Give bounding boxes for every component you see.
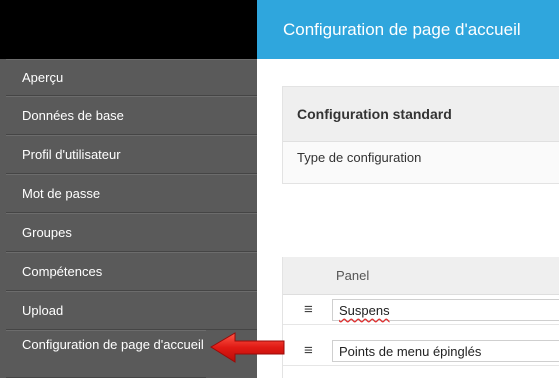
sidebar-item-mot-de-passe[interactable]: Mot de passe xyxy=(6,174,257,213)
config-type-label: Type de configuration xyxy=(297,150,422,165)
panel-column-header: Panel xyxy=(283,257,559,295)
panel-table: Panel ≡ Suspens ≡ Points de menu épinglé… xyxy=(282,257,559,378)
sidebar-item-groupes[interactable]: Groupes xyxy=(6,213,257,252)
sidebar-item-label: Données de base xyxy=(22,108,124,123)
sidebar-item-upload[interactable]: Upload xyxy=(6,291,257,330)
sidebar-item-label: Upload xyxy=(22,303,64,318)
panel-name-input[interactable]: Suspens xyxy=(332,299,559,321)
panel-name-value: Suspens xyxy=(339,302,390,318)
sidebar-item-label: Aperçu xyxy=(22,70,64,85)
standard-config-panel: Configuration standard Type de configura… xyxy=(282,86,559,184)
table-row[interactable]: ≡ Suspens xyxy=(283,295,559,325)
sidebar-item-label: Mot de passe xyxy=(22,186,101,201)
sidebar: Aperçu Données de base Profil d'utilisat… xyxy=(0,0,257,378)
hamburger-icon[interactable]: ≡ xyxy=(304,302,313,318)
main-content: Configuration standard Type de configura… xyxy=(257,59,559,378)
sidebar-item-label: Profil d'utilisateur xyxy=(22,147,121,162)
panel-name-input[interactable]: Points de menu épinglés xyxy=(332,340,559,362)
page-title: Configuration de page d'accueil xyxy=(283,19,521,39)
table-row[interactable]: ≡ Points de menu épinglés xyxy=(283,336,559,366)
sidebar-item-label: Compétences xyxy=(22,264,103,279)
sidebar-item-profil-utilisateur[interactable]: Profil d'utilisateur xyxy=(6,135,257,174)
hamburger-icon[interactable]: ≡ xyxy=(304,343,313,359)
sidebar-item-configuration-page-accueil[interactable]: Configuration de page d'accueil xyxy=(6,330,206,378)
sidebar-item-competences[interactable]: Compétences xyxy=(6,252,257,291)
page-title-bar: Configuration de page d'accueil xyxy=(257,0,559,59)
sidebar-item-donnees-de-base[interactable]: Données de base xyxy=(6,96,257,135)
sidebar-item-apercu[interactable]: Aperçu xyxy=(6,59,257,96)
sidebar-item-label: Groupes xyxy=(22,225,72,240)
panel-name-value: Points de menu épinglés xyxy=(339,343,482,359)
red-arrow-icon xyxy=(210,332,285,363)
standard-config-title: Configuration standard xyxy=(283,87,559,142)
sidebar-logo-area xyxy=(0,0,257,59)
sidebar-item-label: Configuration de page d'accueil xyxy=(22,337,204,352)
